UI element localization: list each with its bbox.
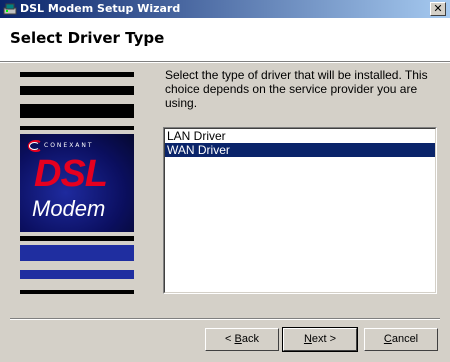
driver-list: LAN Driver WAN Driver [164,128,436,293]
back-button[interactable]: < Back [205,328,279,351]
sidebar-stripe [20,290,134,294]
logo-dsl-text: DSL [34,153,108,195]
instruction-text: Select the type of driver that will be i… [165,68,428,110]
setup-wizard-window: DSL Modem Setup Wizard ✕ Select Driver T… [0,0,450,362]
window-title: DSL Modem Setup Wizard [20,2,181,15]
sidebar-stripe [20,126,134,130]
logo-modem-text: Modem [32,196,106,221]
sidebar-blue-stripe [20,270,134,279]
logo-brand: CONEXANT [44,142,94,149]
sidebar-stripe [20,236,134,241]
driver-type-listbox[interactable]: LAN Driver WAN Driver [163,127,437,294]
header-divider [0,62,450,63]
footer-divider-highlight [10,319,440,320]
modem-app-icon [3,2,17,16]
list-item-lan-driver[interactable]: LAN Driver [165,129,435,143]
sidebar-stripe [20,104,134,118]
title-bar[interactable]: DSL Modem Setup Wizard ✕ [0,0,450,18]
sidebar-stripe [20,72,134,77]
sidebar-blue-stripe [20,245,134,261]
wizard-sidebar-graphic: CONEXANT DSL Modem [20,72,134,300]
sidebar-stripe [20,86,134,95]
wizard-header: Select Driver Type [0,18,450,62]
close-icon: ✕ [433,2,443,15]
conexant-dsl-modem-logo: CONEXANT DSL Modem [20,134,134,232]
close-button[interactable]: ✕ [430,2,446,16]
cancel-button[interactable]: Cancel [364,328,438,351]
list-item-wan-driver[interactable]: WAN Driver [165,143,435,157]
page-title: Select Driver Type [10,29,165,47]
conexant-swoosh-icon [26,140,42,152]
next-button[interactable]: Next > [282,327,358,352]
